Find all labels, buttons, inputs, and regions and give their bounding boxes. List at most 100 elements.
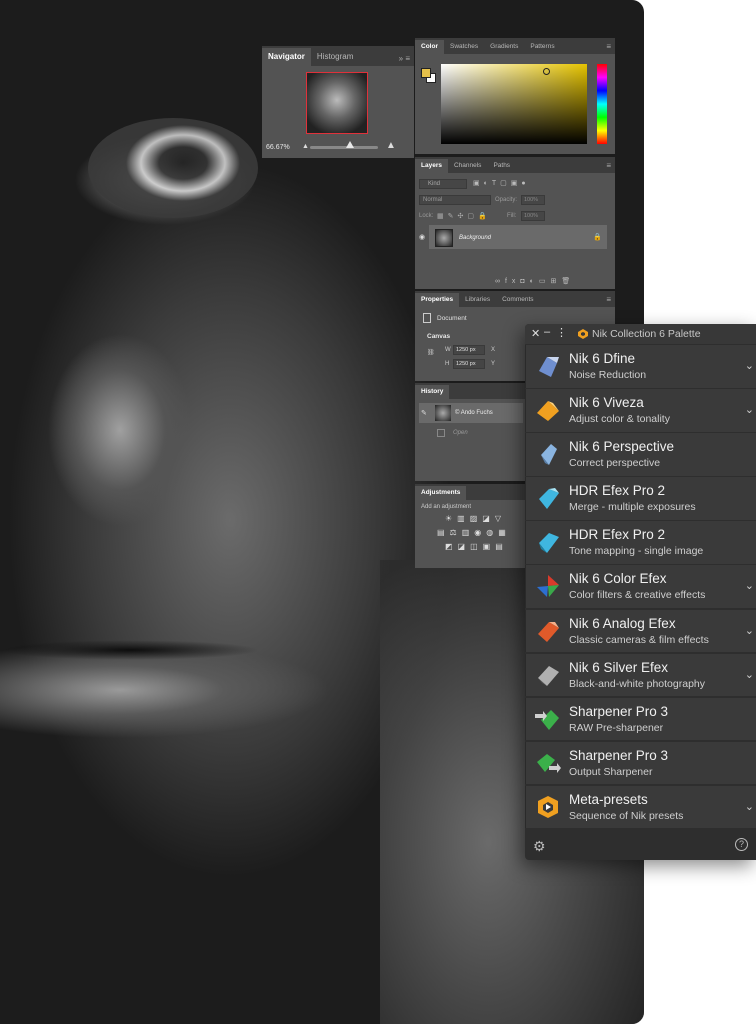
opacity-value: 100% bbox=[524, 197, 539, 203]
color-picker-field[interactable] bbox=[441, 64, 587, 144]
panel-menu-icon[interactable]: » ≡ bbox=[395, 52, 414, 66]
chevron-down-icon[interactable]: ⌄ bbox=[745, 800, 754, 813]
tab-navigator[interactable]: Navigator bbox=[262, 48, 311, 66]
tab-patterns[interactable]: Patterns bbox=[524, 40, 560, 54]
nik-tool-item[interactable]: Nik 6 Perspective Correct perspective bbox=[525, 433, 756, 476]
visibility-eye-icon[interactable]: ◉ bbox=[419, 233, 425, 241]
navigator-zoom-knob[interactable] bbox=[346, 141, 354, 148]
navigator-zoom-value[interactable]: 66.67% bbox=[266, 144, 290, 151]
panel-menu-icon[interactable]: ≡ bbox=[602, 159, 615, 173]
nik-tool-item[interactable]: Sharpener Pro 3 RAW Pre-sharpener bbox=[525, 697, 756, 741]
tab-channels[interactable]: Channels bbox=[448, 159, 487, 173]
minimize-icon[interactable]: – bbox=[544, 326, 550, 338]
nik-tool-name: Sharpener Pro 3 bbox=[569, 703, 669, 719]
tab-gradients[interactable]: Gradients bbox=[484, 40, 524, 54]
width-field[interactable]: 1250 px bbox=[453, 345, 485, 355]
tab-adjustments[interactable]: Adjustments bbox=[415, 486, 467, 500]
chevron-down-icon[interactable]: ⌄ bbox=[745, 579, 754, 592]
tab-libraries[interactable]: Libraries bbox=[459, 293, 496, 307]
chevron-down-icon[interactable]: ⌄ bbox=[745, 624, 754, 637]
layers-tabs: Layers Channels Paths ≡ bbox=[415, 157, 615, 173]
nik-tool-item[interactable]: Sharpener Pro 3 Output Sharpener bbox=[525, 741, 756, 785]
more-options-icon[interactable]: ⋮ bbox=[556, 326, 567, 339]
dfine-icon bbox=[539, 357, 559, 377]
fill-label: Fill: bbox=[507, 213, 517, 219]
nik-tool-subtitle: Classic cameras & film effects bbox=[569, 633, 709, 646]
navigator-panel: Navigator Histogram » ≡ 66.67% ▲ ▲ bbox=[262, 46, 414, 158]
foreground-color-swatch[interactable] bbox=[421, 68, 431, 78]
nik-tool-name: Meta-presets bbox=[569, 791, 648, 807]
opacity-field[interactable]: 100% bbox=[521, 195, 545, 205]
hue-slider[interactable] bbox=[597, 64, 607, 144]
navigator-zoom-slider[interactable] bbox=[310, 146, 378, 149]
tab-color[interactable]: Color bbox=[415, 40, 444, 54]
analog-efex-icon bbox=[538, 621, 559, 642]
chevron-down-icon[interactable]: ⌄ bbox=[745, 668, 754, 681]
nik-tool-item[interactable]: Meta-presets Sequence of Nik presets ⌄ bbox=[525, 785, 756, 829]
sharpener-output-icon bbox=[537, 753, 561, 773]
history-step-icon bbox=[437, 429, 445, 437]
blend-mode-select[interactable]: Normal bbox=[419, 195, 491, 205]
help-icon[interactable]: ? bbox=[735, 838, 748, 851]
height-field[interactable]: 1250 px bbox=[453, 359, 485, 369]
chevron-down-icon[interactable]: ⌄ bbox=[745, 359, 754, 372]
nik-tool-item[interactable]: HDR Efex Pro 2 Tone mapping - single imag… bbox=[525, 521, 756, 564]
nik-tool-item[interactable]: Nik 6 Analog Efex Classic cameras & film … bbox=[525, 609, 756, 653]
tab-layers[interactable]: Layers bbox=[415, 159, 448, 173]
zoom-out-icon[interactable]: ▲ bbox=[302, 143, 309, 150]
navigator-thumbnail[interactable] bbox=[306, 72, 368, 134]
color-picker-cursor[interactable] bbox=[543, 68, 550, 75]
tab-histogram[interactable]: Histogram bbox=[311, 48, 359, 66]
lock-icons[interactable]: ▦✎✣▢🔒 bbox=[437, 212, 491, 220]
color-tabs: Color Swatches Gradients Patterns ≡ bbox=[415, 38, 615, 54]
nik-tool-name: Nik 6 Perspective bbox=[569, 439, 675, 455]
photo-lip-region bbox=[0, 640, 260, 660]
nik-tool-item[interactable]: Nik 6 Silver Efex Black-and-white photogr… bbox=[525, 653, 756, 697]
adjustment-icons-row2[interactable]: ▤⚖▥◉◍▦ bbox=[437, 528, 511, 537]
perspective-icon bbox=[541, 444, 557, 466]
nik-tool-item[interactable]: Nik 6 Color Efex Color filters & creative… bbox=[525, 565, 756, 608]
canvas-section-label[interactable]: Canvas bbox=[427, 333, 450, 340]
hdr-merge-icon bbox=[539, 488, 559, 510]
layer-filter-select[interactable]: Kind bbox=[419, 179, 467, 189]
adjustment-icons-row1[interactable]: ☀▥▨◪▽ bbox=[445, 514, 506, 523]
gear-icon[interactable]: ⚙ bbox=[533, 838, 546, 855]
layer-name[interactable]: Background bbox=[459, 235, 491, 241]
color-efex-icon bbox=[537, 575, 559, 598]
viveza-icon bbox=[537, 401, 559, 422]
nik-tool-subtitle: Output Sharpener bbox=[569, 765, 653, 778]
nik-tool-subtitle: Color filters & creative effects bbox=[569, 589, 706, 602]
layer-row-background[interactable] bbox=[429, 225, 607, 249]
nik-tool-item[interactable]: Nik 6 Dfine Noise Reduction ⌄ bbox=[525, 345, 756, 388]
chevron-down-icon[interactable]: ⌄ bbox=[745, 403, 754, 416]
nik-tool-item[interactable]: Nik 6 Viveza Adjust color & tonality ⌄ bbox=[525, 389, 756, 432]
height-label: H bbox=[445, 361, 450, 367]
blend-mode-value: Normal bbox=[423, 197, 443, 203]
layers-footer-icons[interactable]: ∞fx◘◐▭⊞🗑 bbox=[495, 277, 575, 285]
history-snapshot-thumbnail bbox=[435, 405, 451, 421]
panel-menu-icon[interactable]: ≡ bbox=[602, 40, 615, 54]
panel-menu-icon[interactable]: ≡ bbox=[602, 293, 615, 307]
tab-history[interactable]: History bbox=[415, 385, 450, 399]
layer-filter-icons[interactable]: ▣◐T▢▣● bbox=[473, 179, 530, 187]
fill-field[interactable]: 100% bbox=[521, 211, 545, 221]
nik-tool-name: Nik 6 Color Efex bbox=[569, 571, 667, 587]
tab-swatches[interactable]: Swatches bbox=[444, 40, 484, 54]
document-icon bbox=[423, 313, 431, 323]
close-icon[interactable]: ✕ bbox=[531, 327, 540, 340]
tab-paths[interactable]: Paths bbox=[487, 159, 516, 173]
zoom-in-icon[interactable]: ▲ bbox=[386, 140, 396, 151]
history-brush-icon[interactable]: ✎ bbox=[421, 409, 427, 417]
silver-efex-icon bbox=[538, 665, 559, 686]
layer-lock-icon[interactable]: 🔒 bbox=[593, 233, 602, 241]
nik-tool-name: HDR Efex Pro 2 bbox=[569, 527, 666, 543]
tab-comments[interactable]: Comments bbox=[496, 293, 539, 307]
tab-properties[interactable]: Properties bbox=[415, 293, 460, 307]
nik-tool-subtitle: Tone mapping - single image bbox=[569, 545, 704, 558]
history-step-open[interactable]: Open bbox=[453, 430, 468, 436]
adjustments-tabs: Adjustments bbox=[415, 484, 527, 500]
adjustment-icons-row3[interactable]: ◩◪◫▣▤ bbox=[445, 542, 508, 551]
nik-tool-item[interactable]: HDR Efex Pro 2 Merge - multiple exposures bbox=[525, 477, 756, 520]
link-icon[interactable]: ⛓ bbox=[427, 349, 435, 356]
layers-panel: Layers Channels Paths ≡ Kind ▣◐T▢▣● Norm… bbox=[415, 157, 615, 289]
